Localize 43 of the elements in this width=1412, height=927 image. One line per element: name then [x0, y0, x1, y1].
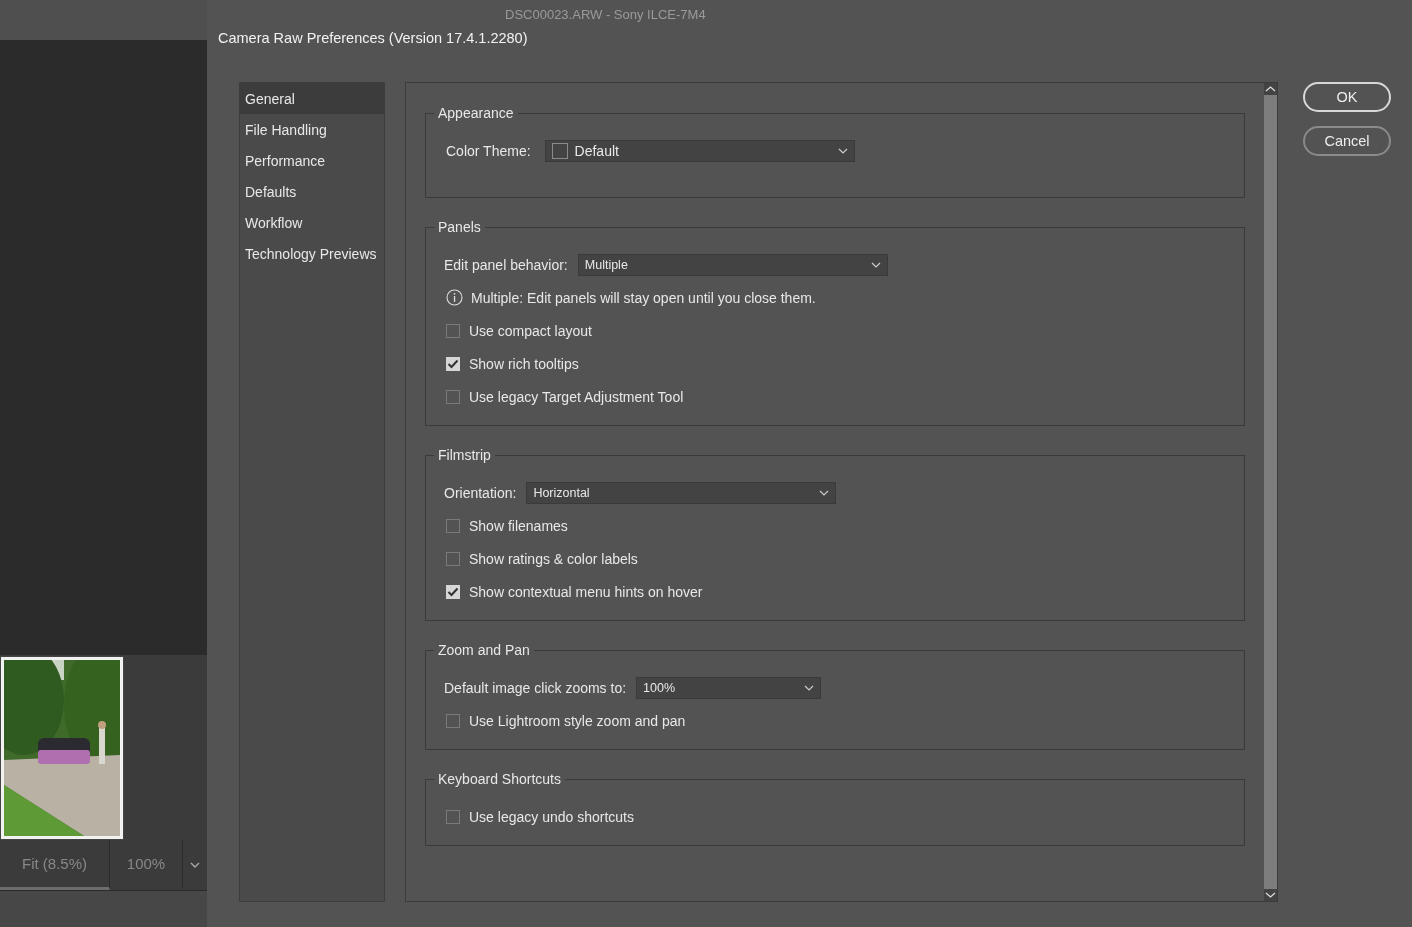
chevron-down-icon [819, 489, 830, 496]
dropdown[interactable]: Default [544, 139, 855, 162]
checkbox[interactable] [446, 323, 460, 338]
field-label: Color Theme: [446, 142, 531, 159]
checkbox-label: Show contextual menu hints on hover [469, 583, 703, 600]
checkbox[interactable] [446, 551, 460, 566]
section-title: Filmstrip [434, 446, 495, 464]
category-item[interactable]: File Handling [240, 114, 384, 145]
document-title: DSC00023.ARW - Sony ILCE-7M4 [505, 7, 706, 22]
chevron-down-icon [804, 684, 815, 691]
checkbox-label: Use legacy Target Adjustment Tool [469, 388, 684, 405]
checkbox[interactable] [446, 389, 460, 404]
chevron-down-icon [837, 147, 848, 154]
dropdown[interactable]: 100% [636, 676, 822, 699]
dropdown[interactable]: Horizontal [526, 481, 837, 504]
checkbox[interactable] [446, 809, 460, 824]
category-item[interactable]: Defaults [240, 176, 384, 207]
dialog-title: Camera Raw Preferences (Version 17.4.1.2280) [218, 30, 528, 46]
category-item[interactable]: Workflow [240, 207, 384, 238]
field-label: Edit panel behavior: [444, 256, 568, 273]
checkbox[interactable] [446, 713, 460, 728]
checkbox-label: Show filenames [469, 517, 568, 534]
dropdown[interactable]: Multiple [577, 253, 888, 276]
dialog-button[interactable]: Cancel [1303, 126, 1391, 156]
scrollbar-thumb[interactable] [1264, 95, 1277, 889]
category-item[interactable]: Technology Previews [240, 238, 384, 269]
checkbox-label: Show rich tooltips [469, 355, 579, 372]
dialog-button[interactable]: OK [1303, 82, 1391, 112]
section-title: Keyboard Shortcuts [434, 770, 565, 788]
checkbox[interactable] [446, 518, 460, 533]
swatch-icon [551, 142, 568, 159]
info-text: Multiple: Edit panels will stay open until you close them. [471, 289, 816, 306]
checkbox-label: Show ratings & color labels [469, 550, 638, 567]
field-label: Default image click zooms to: [444, 679, 627, 696]
checkbox-label: Use legacy undo shortcuts [469, 808, 634, 825]
chevron-down-icon [870, 261, 881, 268]
checkbox-label: Use Lightroom style zoom and pan [469, 712, 686, 729]
field-label: Orientation: [444, 484, 517, 501]
chevron-down-icon [190, 862, 200, 868]
category-item[interactable]: Performance [240, 145, 384, 176]
info-icon [446, 289, 463, 306]
category-item[interactable]: General [240, 83, 384, 114]
checkbox-label: Use compact layout [469, 322, 592, 339]
